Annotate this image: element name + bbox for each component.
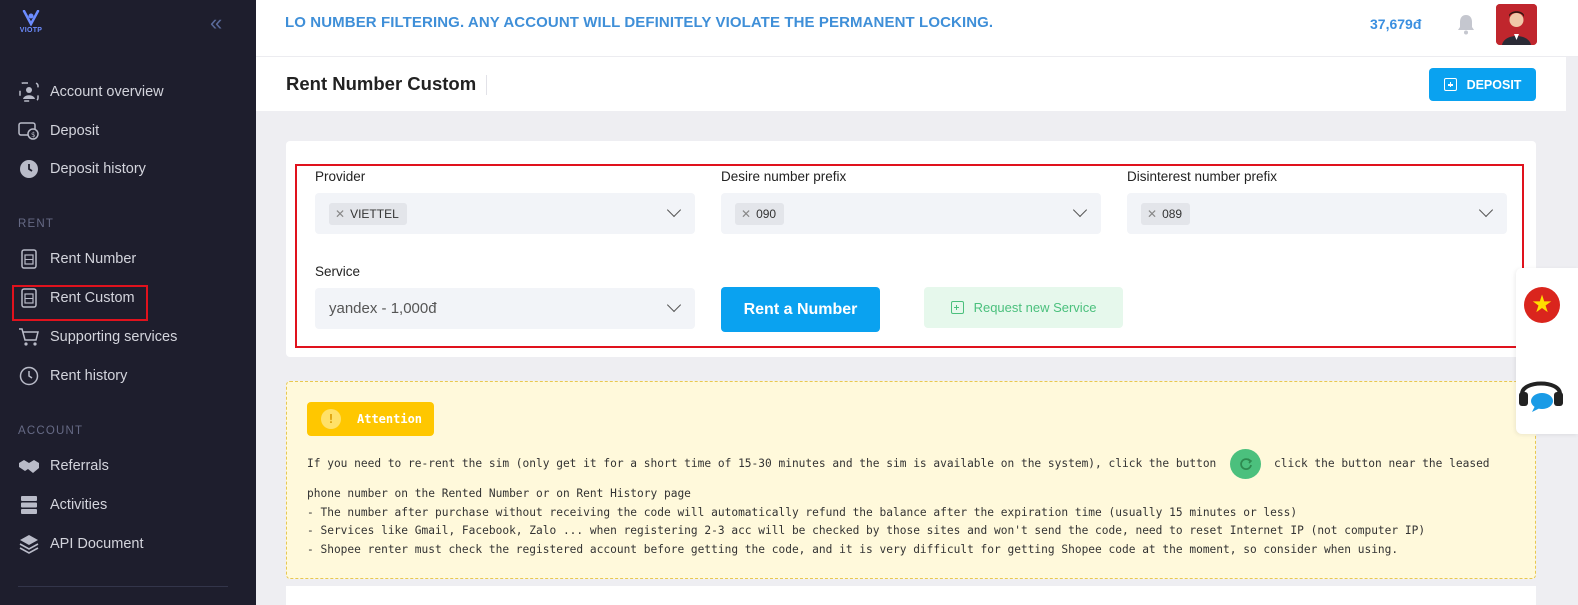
- history-icon: [18, 365, 40, 387]
- clock-icon: [18, 158, 40, 180]
- collapse-sidebar-icon[interactable]: «: [210, 12, 230, 34]
- disinterest-tag: ✕ 089: [1141, 203, 1191, 225]
- sidebar-item-label: Supporting services: [50, 329, 178, 345]
- rent-a-number-button[interactable]: Rent a Number: [721, 287, 880, 332]
- section-rent: RENT: [18, 218, 55, 230]
- chevron-down-icon: [1478, 202, 1494, 218]
- page-header: Rent Number Custom DEPOSIT: [256, 57, 1566, 111]
- logo-text: VIOTP: [19, 27, 43, 34]
- list-icon: [18, 494, 40, 516]
- sim-icon: [18, 248, 40, 270]
- desire-prefix-select[interactable]: ✕ 090: [721, 193, 1101, 234]
- sidebar-item-referrals[interactable]: Referrals: [18, 452, 109, 480]
- request-new-service-button[interactable]: Request new Service: [924, 287, 1123, 328]
- remove-tag-icon[interactable]: ✕: [335, 207, 345, 221]
- sidebar-item-api-document[interactable]: API Document: [18, 530, 144, 558]
- desire-prefix-label: Desire number prefix: [721, 169, 847, 184]
- disinterest-prefix-select[interactable]: ✕ 089: [1127, 193, 1507, 234]
- title-separator: [486, 75, 487, 95]
- refresh-icon: [1230, 449, 1261, 479]
- viotp-logo[interactable]: VIOTP: [18, 10, 44, 38]
- sidebar-item-account-overview[interactable]: Account overview: [18, 78, 164, 106]
- cart-icon: [18, 326, 40, 348]
- support-headset-icon[interactable]: [1516, 368, 1566, 416]
- attention-line-1a: If you need to re-rent the sim (only get…: [307, 457, 1217, 470]
- prefix-tag: ✕ 090: [735, 203, 785, 225]
- request-new-service-label: Request new Service: [973, 300, 1097, 315]
- disinterest-prefix-label: Disinterest number prefix: [1127, 169, 1278, 184]
- provider-tag: ✕ VIETTEL: [329, 203, 407, 225]
- account-overview-icon: [18, 81, 40, 103]
- sidebar-item-supporting-services[interactable]: Supporting services: [18, 323, 177, 351]
- vietnam-flag-icon[interactable]: ★: [1524, 287, 1560, 323]
- bell-icon[interactable]: [1456, 13, 1476, 35]
- chevron-down-icon: [1072, 202, 1088, 218]
- attention-line-4: - Services like Gmail, Facebook, Zalo ..…: [307, 524, 1426, 537]
- deposit-icon: $: [18, 120, 40, 142]
- user-avatar[interactable]: [1496, 4, 1537, 45]
- sidebar-item-label: Activities: [50, 497, 108, 513]
- sidebar-item-label: Deposit history: [50, 161, 146, 177]
- provider-select[interactable]: ✕ VIETTEL: [315, 193, 695, 234]
- deposit-button[interactable]: DEPOSIT: [1429, 68, 1536, 101]
- sidebar-item-label: API Document: [50, 536, 144, 552]
- highlight-box-rent-custom: [12, 285, 148, 321]
- remove-tag-icon[interactable]: ✕: [741, 207, 751, 221]
- attention-line-1b: click the button near the leased: [1274, 457, 1490, 470]
- sidebar-item-activities[interactable]: Activities: [18, 491, 107, 519]
- sidebar-item-rent-history[interactable]: Rent history: [18, 362, 127, 390]
- sidebar-item-label: Referrals: [50, 458, 109, 474]
- service-select[interactable]: yandex - 1,000đ: [315, 288, 695, 329]
- provider-label: Provider: [315, 169, 366, 184]
- prefix-tag-label: 090: [756, 207, 777, 221]
- sidebar-divider: [18, 586, 228, 587]
- account-balance[interactable]: 37,679đ: [1370, 16, 1421, 32]
- announcement-marquee: LO NUMBER FILTERING. ANY ACCOUNT WILL DE…: [285, 14, 994, 31]
- disinterest-tag-label: 089: [1162, 207, 1183, 221]
- page-title: Rent Number Custom: [286, 73, 477, 94]
- exclamation-icon: !: [321, 409, 341, 429]
- sidebar-item-deposit-history[interactable]: Deposit history: [18, 155, 146, 183]
- provider-tag-label: VIETTEL: [350, 207, 399, 221]
- plus-square-icon: [1443, 78, 1457, 91]
- chevron-down-icon: [666, 297, 682, 313]
- layers-icon: [18, 533, 40, 555]
- top-bar: LO NUMBER FILTERING. ANY ACCOUNT WILL DE…: [256, 0, 1578, 57]
- attention-badge: ! Attention: [307, 402, 434, 436]
- handshake-icon: [18, 455, 40, 477]
- attention-line-3: - The number after purchase without rece…: [307, 506, 1298, 519]
- chevron-down-icon: [666, 202, 682, 218]
- sidebar: VIOTP « Account overview $ Deposit Depos…: [0, 0, 256, 605]
- service-value: yandex - 1,000đ: [329, 300, 437, 317]
- sidebar-item-label: Rent Number: [50, 251, 137, 267]
- plus-square-icon: [950, 301, 964, 314]
- sidebar-item-label: Deposit: [50, 123, 100, 139]
- sidebar-item-label: Rent history: [50, 368, 128, 384]
- section-account: ACCOUNT: [18, 425, 84, 437]
- svg-text:$: $: [31, 131, 35, 139]
- attention-label: Attention: [357, 412, 423, 426]
- remove-tag-icon[interactable]: ✕: [1147, 207, 1157, 221]
- sidebar-item-rent-number[interactable]: Rent Number: [18, 245, 136, 273]
- deposit-button-label: DEPOSIT: [1466, 77, 1522, 92]
- sidebar-item-label: Account overview: [50, 84, 164, 100]
- service-label: Service: [315, 264, 361, 279]
- sidebar-item-deposit[interactable]: $ Deposit: [18, 117, 99, 145]
- attention-line-2: phone number on the Rented Number or on …: [307, 487, 691, 500]
- attention-line-5: - Shopee renter must check the registere…: [307, 543, 1399, 556]
- bottom-card: [286, 586, 1536, 605]
